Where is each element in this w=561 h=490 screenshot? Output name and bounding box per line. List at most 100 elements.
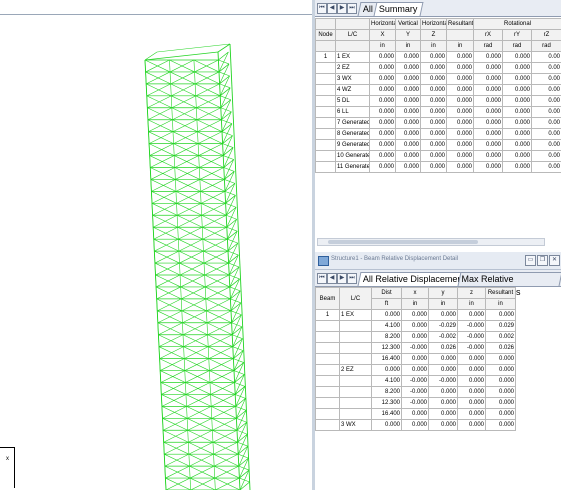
table-cell[interactable]: 0.000 xyxy=(428,397,458,409)
prev-icon[interactable]: ◀ xyxy=(327,273,337,284)
table-cell[interactable]: -0.002 xyxy=(428,331,458,343)
table-cell[interactable]: 0.000 xyxy=(420,106,447,118)
table-cell[interactable]: 3 WX xyxy=(339,419,372,431)
column-header[interactable]: Z xyxy=(420,29,447,41)
table-cell[interactable]: 0.000 xyxy=(371,309,402,321)
table-cell[interactable]: 0.000 xyxy=(485,375,516,387)
table-cell[interactable]: 0.000 xyxy=(420,128,447,140)
table-cell[interactable]: 0.000 xyxy=(395,62,421,74)
table-cell[interactable]: 0.000 xyxy=(473,106,503,118)
table-cell[interactable]: 4.100 xyxy=(371,320,402,332)
table-cell[interactable] xyxy=(339,386,372,398)
table-cell[interactable]: 0.000 xyxy=(502,161,532,173)
table-cell[interactable]: 0.000 xyxy=(485,353,516,365)
table-cell[interactable]: 0.000 xyxy=(428,364,458,376)
table-cell[interactable]: 0.000 xyxy=(457,364,486,376)
table-cell[interactable] xyxy=(315,128,336,140)
table-cell[interactable]: 0.000 xyxy=(502,95,532,107)
table-cell[interactable]: 10 Generate xyxy=(335,150,370,162)
first-icon[interactable]: ⏮ xyxy=(317,273,327,284)
column-header[interactable]: x xyxy=(401,287,429,299)
table-cell[interactable]: 12.300 xyxy=(371,342,402,354)
column-header[interactable]: L/C xyxy=(339,287,372,310)
table-cell[interactable]: 0.000 xyxy=(369,62,396,74)
structure-viewport[interactable]: x xyxy=(0,0,312,490)
table-cell[interactable]: 0.000 xyxy=(457,419,486,431)
table-cell[interactable] xyxy=(339,408,372,420)
table-cell[interactable]: 0.000 xyxy=(371,419,402,431)
table-cell[interactable]: 0.000 xyxy=(446,95,474,107)
tower-model[interactable] xyxy=(0,0,312,490)
table-cell[interactable]: 0.00 xyxy=(530,62,561,74)
table-row[interactable]: 9 Generated 0.000 0.000 0.000 0.000 0.000 0.00… xyxy=(315,139,561,151)
table-cell[interactable] xyxy=(315,342,340,354)
table-cell[interactable]: 0.000 xyxy=(473,117,503,129)
table-cell[interactable]: 0.000 xyxy=(502,62,532,74)
table-cell[interactable]: 0.000 xyxy=(395,139,421,151)
table-row[interactable]: 4.100 0.000 -0.029 -0.000 0.029 xyxy=(315,320,516,332)
table-cell[interactable]: 0.000 xyxy=(446,106,474,118)
table-cell[interactable]: 0.000 xyxy=(428,353,458,365)
table-cell[interactable]: 0.000 xyxy=(473,73,503,85)
prev-icon[interactable]: ◀ xyxy=(327,3,337,14)
table-cell[interactable]: 0.000 xyxy=(446,73,474,85)
last-icon[interactable]: ⏭ xyxy=(347,3,357,14)
table-cell[interactable]: 0.000 xyxy=(369,84,396,96)
table-cell[interactable]: 1 xyxy=(315,51,336,63)
table-cell[interactable]: 0.000 xyxy=(395,84,421,96)
column-header[interactable]: rX xyxy=(473,29,503,41)
table-cell[interactable] xyxy=(315,84,336,96)
table-cell[interactable]: 0.000 xyxy=(428,309,458,321)
table-cell[interactable]: 16.400 xyxy=(371,408,402,420)
table-cell[interactable] xyxy=(315,117,336,129)
table-cell[interactable]: 0.000 xyxy=(502,139,532,151)
table-cell[interactable]: 0.000 xyxy=(420,161,447,173)
table-cell[interactable]: 0.000 xyxy=(401,309,429,321)
table-cell[interactable]: -0.000 xyxy=(401,375,429,387)
table-cell[interactable]: 0.00 xyxy=(530,95,561,107)
table-row[interactable]: 6 LL 0.000 0.000 0.000 0.000 0.000 0.000 0.00 xyxy=(315,106,561,118)
table-cell[interactable]: 0.000 xyxy=(369,128,396,140)
table-cell[interactable] xyxy=(315,62,336,74)
table-cell[interactable]: 0.000 xyxy=(485,408,516,420)
table-cell[interactable]: 1 xyxy=(315,309,340,321)
table-cell[interactable]: 7 Generated xyxy=(335,117,370,129)
table-cell[interactable] xyxy=(315,386,340,398)
table-cell[interactable] xyxy=(339,331,372,343)
table-cell[interactable]: 0.000 xyxy=(395,150,421,162)
table-cell[interactable]: 6 LL xyxy=(335,106,370,118)
table-cell[interactable]: 0.000 xyxy=(457,386,486,398)
table-cell[interactable]: 0.00 xyxy=(530,84,561,96)
table-cell[interactable] xyxy=(339,353,372,365)
table-cell[interactable] xyxy=(339,397,372,409)
table-cell[interactable]: 0.000 xyxy=(369,150,396,162)
table-cell[interactable]: 3 WX xyxy=(335,73,370,85)
table-cell[interactable]: 0.00 xyxy=(530,117,561,129)
table-cell[interactable] xyxy=(315,106,336,118)
table-cell[interactable]: 0.000 xyxy=(457,397,486,409)
table-cell[interactable]: 0.000 xyxy=(369,106,396,118)
table-cell[interactable] xyxy=(315,139,336,151)
table-cell[interactable]: 0.000 xyxy=(401,408,429,420)
table-cell[interactable]: 0.000 xyxy=(502,84,532,96)
table-cell[interactable]: 0.000 xyxy=(428,386,458,398)
table-cell[interactable]: 5 DL xyxy=(335,95,370,107)
table-row[interactable]: 12.300 -0.000 0.026 -0.000 0.026 xyxy=(315,342,516,354)
table-row[interactable]: 16.400 0.000 0.000 0.000 0.000 xyxy=(315,408,516,420)
table-cell[interactable]: -0.000 xyxy=(457,342,486,354)
table-cell[interactable]: -0.000 xyxy=(428,375,458,387)
table-cell[interactable]: 0.000 xyxy=(446,117,474,129)
next-icon[interactable]: ▶ xyxy=(337,3,347,14)
table-row[interactable]: 2 EZ 0.000 0.000 0.000 0.000 0.000 xyxy=(315,364,516,376)
table-cell[interactable]: 0.000 xyxy=(369,73,396,85)
table-cell[interactable]: 0.000 xyxy=(369,117,396,129)
table-cell[interactable] xyxy=(315,73,336,85)
table-cell[interactable]: 0.00 xyxy=(530,139,561,151)
table-cell[interactable]: 0.000 xyxy=(369,139,396,151)
table-cell[interactable]: 0.000 xyxy=(395,128,421,140)
table-cell[interactable]: 0.000 xyxy=(457,353,486,365)
table-row[interactable]: 10 Generate 0.000 0.000 0.000 0.000 0.000 0.00… xyxy=(315,150,561,162)
tab-summary[interactable]: Summary xyxy=(373,2,424,16)
table-cell[interactable]: 0.000 xyxy=(446,161,474,173)
table-cell[interactable]: 0.000 xyxy=(473,139,503,151)
